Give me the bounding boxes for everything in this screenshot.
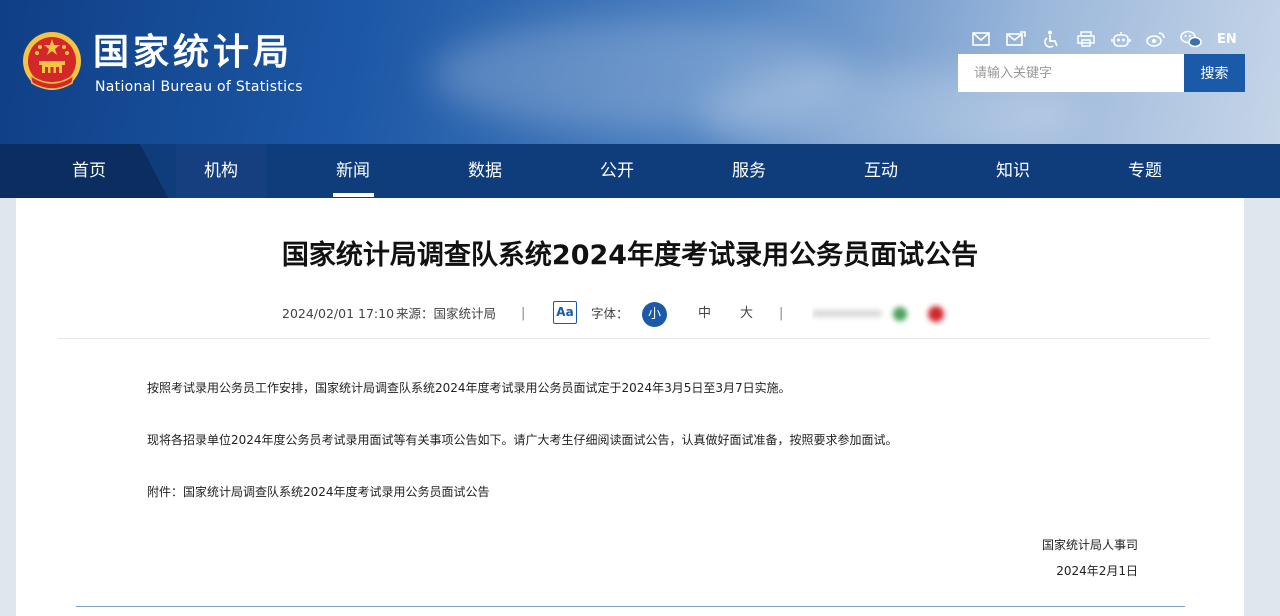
signoff-organization: 国家统计局人事司 xyxy=(1041,538,1138,552)
font-size-label: 字体： xyxy=(591,306,629,321)
article-title: 国家统计局调查队系统2024年度考试录用公务员面试公告 xyxy=(281,240,979,271)
header-tools: EN xyxy=(970,28,1237,50)
footer-divider xyxy=(76,606,1185,607)
nav-item-news[interactable]: 新闻 xyxy=(308,144,398,198)
share-buttons-blurred[interactable] xyxy=(812,302,952,326)
nav-item-disclosure[interactable]: 公开 xyxy=(572,144,662,198)
nav-item-topics[interactable]: 专题 xyxy=(1100,144,1190,198)
robot-icon[interactable] xyxy=(1110,28,1132,50)
header-divider xyxy=(58,338,1210,339)
wechat-icon[interactable] xyxy=(1180,28,1202,50)
mail-icon[interactable] xyxy=(970,28,992,50)
site-title-cn[interactable]: 国家统计局 xyxy=(93,30,293,76)
attachment-link[interactable]: 附件：国家统计局调查队系统2024年度考试录用公务员面试公告 xyxy=(147,483,490,501)
search-button[interactable]: 搜索 xyxy=(1184,54,1245,92)
article-datetime: 2024/02/01 17:10 xyxy=(282,306,395,321)
language-switch-en[interactable]: EN xyxy=(1217,32,1237,47)
nav-item-knowledge[interactable]: 知识 xyxy=(968,144,1058,198)
nav-item-data[interactable]: 数据 xyxy=(440,144,530,198)
search-input[interactable] xyxy=(958,54,1184,92)
article-paragraph: 现将各招录单位2024年度公务员考试录用面试等有关事项公告如下。请广大考生仔细阅… xyxy=(147,433,898,447)
accessibility-icon[interactable] xyxy=(1040,28,1062,50)
font-size-medium-button[interactable]: 中 xyxy=(698,305,711,323)
main-nav: 首页 机构 新闻 数据 公开 服务 互动 知识 专题 xyxy=(0,144,1280,198)
font-size-large-button[interactable]: 大 xyxy=(740,305,753,323)
print-icon[interactable] xyxy=(1075,28,1097,50)
signoff-date: 2024年2月1日 xyxy=(1056,564,1138,578)
article-source: 来源：国家统计局 xyxy=(396,306,497,321)
nav-item-home[interactable]: 首页 xyxy=(44,144,134,198)
nav-item-services[interactable]: 服务 xyxy=(704,144,794,198)
national-emblem-icon xyxy=(23,32,81,90)
article-paragraph: 按照考试录用公务员工作安排，国家统计局调查队系统2024年度考试录用公务员面试定… xyxy=(147,381,791,395)
font-size-small-button[interactable]: 小 xyxy=(642,302,667,327)
site-title-en[interactable]: National Bureau of Statistics xyxy=(95,78,303,96)
meta-separator: | xyxy=(779,306,784,321)
weibo-icon[interactable] xyxy=(1145,28,1167,50)
mail-send-icon[interactable] xyxy=(1005,28,1027,50)
nav-item-interaction[interactable]: 互动 xyxy=(836,144,926,198)
meta-separator: | xyxy=(521,306,526,321)
site-header: 国家统计局 National Bureau of Statistics EN 搜… xyxy=(0,0,1280,144)
nav-active-indicator xyxy=(333,193,374,197)
font-size-icon: Aa xyxy=(553,301,577,324)
nav-item-organization[interactable]: 机构 xyxy=(176,144,266,198)
